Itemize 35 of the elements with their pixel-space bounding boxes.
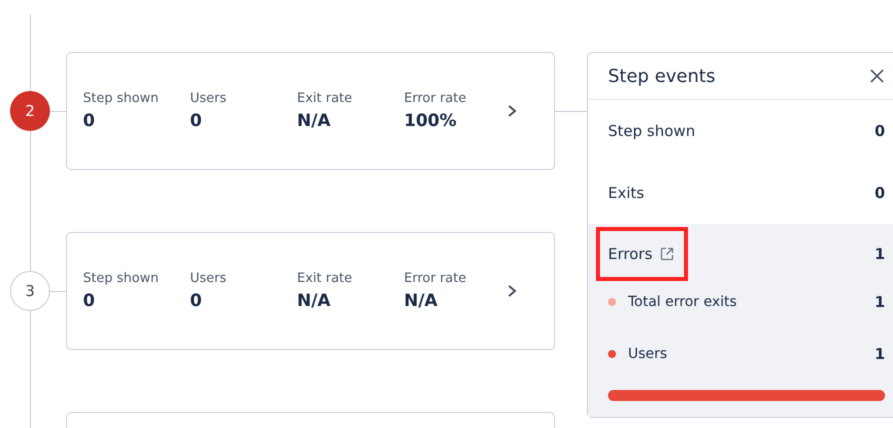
- metric-label: Error rate: [404, 91, 468, 106]
- metric-label: Exit rate: [297, 91, 354, 106]
- metric-label: Step shown: [83, 271, 160, 286]
- metric-value: 0: [190, 111, 203, 131]
- event-count: 0: [874, 184, 885, 202]
- chevron-right-icon[interactable]: [507, 104, 517, 118]
- step-card[interactable]: Step shown 0 Users 0 Exit rate N/A Error rate N/A: [66, 232, 555, 350]
- event-count: 1: [874, 293, 885, 311]
- legend-label: Total error exits: [628, 294, 737, 310]
- metric-value: N/A: [297, 111, 332, 131]
- chevron-right-icon[interactable]: [507, 284, 517, 298]
- metric-label: Users: [190, 271, 228, 286]
- event-label: Step shown: [608, 122, 696, 140]
- event-count: 1: [874, 245, 885, 263]
- metric-value: 0: [190, 291, 203, 311]
- event-count: 0: [874, 122, 885, 140]
- metric-label: Step shown: [83, 91, 160, 106]
- metric-value: 100%: [404, 111, 458, 131]
- external-link-icon[interactable]: [660, 247, 674, 261]
- errors-label: Errors: [608, 245, 652, 263]
- close-icon[interactable]: [869, 68, 885, 84]
- step-card[interactable]: Step shown 0 Users 0 Exit rate N/A Error rate 100%: [66, 52, 555, 170]
- step-number: 3: [10, 271, 50, 311]
- metric-label: Error rate: [404, 271, 468, 286]
- metric-value: N/A: [404, 291, 439, 311]
- metric-label: Users: [190, 91, 228, 106]
- legend-label: Users: [628, 346, 668, 362]
- metric-value: 0: [83, 111, 96, 131]
- metric-label: Exit rate: [297, 271, 354, 286]
- event-label: Exits: [608, 184, 644, 202]
- metric-value: N/A: [297, 291, 332, 311]
- panel-title: Step events: [608, 66, 716, 86]
- step-number: 2: [10, 91, 50, 131]
- event-count: 1: [874, 345, 885, 363]
- metric-value: 0: [83, 291, 96, 311]
